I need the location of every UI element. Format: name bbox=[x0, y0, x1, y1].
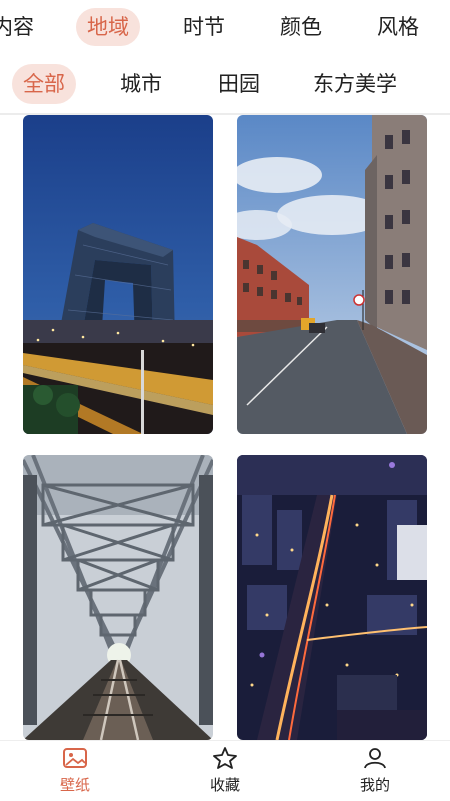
tab-content[interactable]: 内容 bbox=[0, 8, 34, 46]
sub-tab-bar: 全部 城市 田园 东方美学 bbox=[0, 60, 450, 110]
wallpaper-card-european-street[interactable] bbox=[237, 115, 427, 434]
nav-wallpaper[interactable]: 壁纸 bbox=[30, 745, 120, 795]
subtab-oriental-aesthetics[interactable]: 东方美学 bbox=[313, 64, 397, 104]
tab-region[interactable]: 地域 bbox=[76, 8, 140, 46]
category-tab-bar: 内容 地域 时节 颜色 风格 bbox=[0, 0, 450, 56]
nav-wallpaper-label: 壁纸 bbox=[59, 776, 90, 794]
tab-style[interactable]: 风格 bbox=[377, 8, 419, 46]
wallpaper-card-railway-bridge[interactable] bbox=[23, 455, 213, 740]
tab-season[interactable]: 时节 bbox=[183, 8, 225, 46]
nav-favorites[interactable]: 收藏 bbox=[180, 745, 270, 795]
subtab-countryside[interactable]: 田园 bbox=[218, 64, 260, 104]
nav-favorites-label: 收藏 bbox=[209, 776, 240, 794]
nav-profile[interactable]: 我的 bbox=[330, 745, 420, 795]
subtab-all[interactable]: 全部 bbox=[12, 64, 76, 104]
person-icon bbox=[330, 745, 420, 771]
star-icon bbox=[180, 745, 270, 771]
tab-color[interactable]: 颜色 bbox=[280, 8, 322, 46]
wallpaper-card-city-night[interactable] bbox=[237, 455, 427, 740]
subtab-city[interactable]: 城市 bbox=[120, 64, 162, 104]
image-icon bbox=[30, 745, 120, 771]
bottom-navigation: 壁纸 收藏 我的 bbox=[0, 740, 450, 801]
wallpaper-card-cctv-tower[interactable] bbox=[23, 115, 213, 434]
nav-profile-label: 我的 bbox=[359, 776, 390, 794]
